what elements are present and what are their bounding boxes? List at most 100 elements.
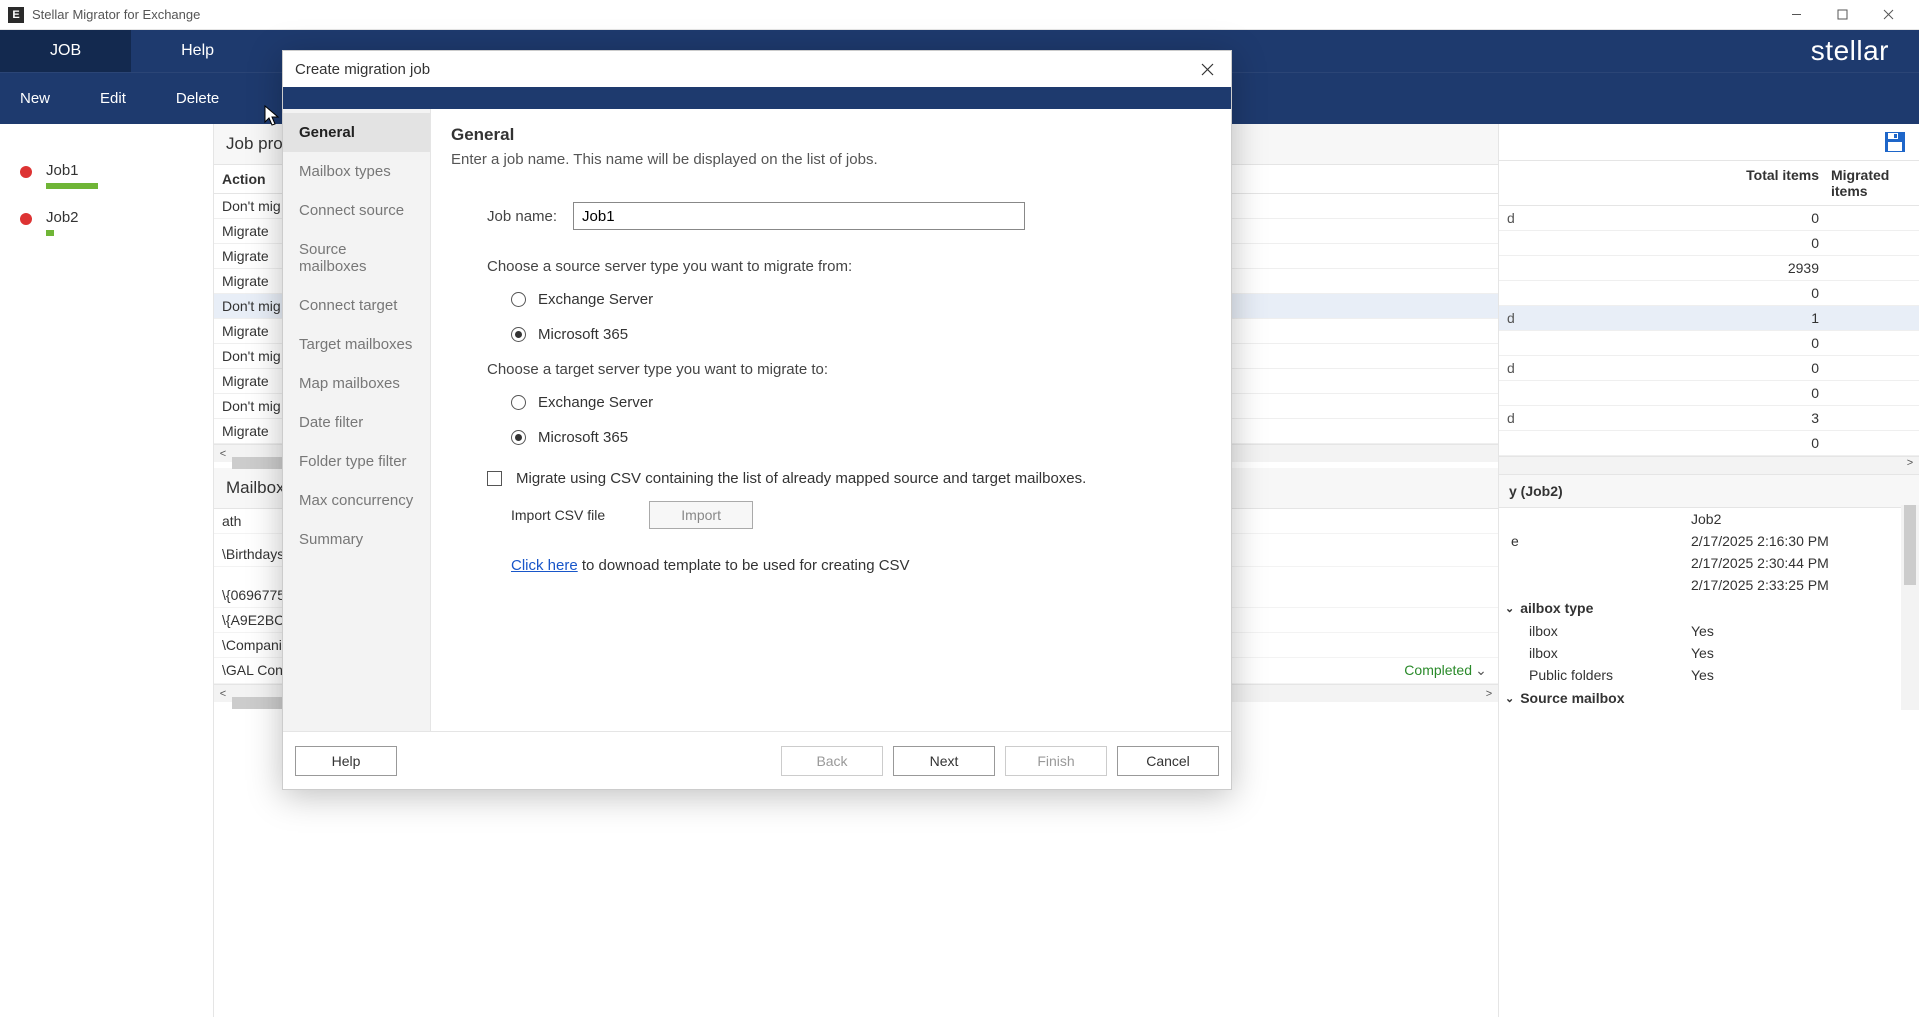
target-exchange-radio[interactable]: Exchange Server (511, 394, 1211, 411)
action-delete[interactable]: Delete (176, 90, 219, 107)
back-button[interactable]: Back (781, 746, 883, 776)
job-progress-bar (46, 230, 54, 236)
dialog-titlebar: Create migration job (283, 51, 1231, 87)
scroll-left-icon[interactable]: < (214, 688, 232, 700)
wizard-step-max-concurrency[interactable]: Max concurrency (283, 481, 430, 520)
scroll-left-icon[interactable]: < (214, 448, 232, 460)
action-new[interactable]: New (20, 90, 50, 107)
save-icon[interactable] (1883, 130, 1907, 154)
radio-icon (511, 292, 526, 307)
job-name-input[interactable] (573, 202, 1025, 230)
finish-button[interactable]: Finish (1005, 746, 1107, 776)
table-row[interactable]: d1 (1499, 306, 1919, 331)
wizard-step-map-mailboxes[interactable]: Map mailboxes (283, 364, 430, 403)
job-progress-bar (46, 183, 98, 189)
table-row[interactable]: d3 (1499, 406, 1919, 431)
maximize-button[interactable] (1819, 0, 1865, 30)
app-title: Stellar Migrator for Exchange (32, 7, 200, 22)
table-row[interactable]: 0 (1499, 281, 1919, 306)
wizard-content: General Enter a job name. This name will… (431, 109, 1231, 731)
job-list: Job1 Job2 (0, 124, 214, 1017)
job-item-1[interactable]: Job1 (0, 152, 213, 199)
tab-help[interactable]: Help (131, 30, 264, 72)
import-button[interactable]: Import (649, 501, 753, 529)
scroll-right-icon[interactable]: > (1901, 457, 1919, 474)
horizontal-scrollbar[interactable]: > (1499, 456, 1919, 474)
radio-icon (511, 430, 526, 445)
wizard-step-general[interactable]: General (283, 113, 430, 152)
table-row[interactable]: 2939 (1499, 256, 1919, 281)
summary-row: Job2 (1499, 508, 1919, 530)
click-here-link[interactable]: Click here (511, 557, 578, 574)
dialog-footer: Help Back Next Finish Cancel (283, 731, 1231, 789)
wizard-step-folder-type-filter[interactable]: Folder type filter (283, 442, 430, 481)
checkbox-label: Migrate using CSV containing the list of… (516, 470, 1086, 487)
summary-row: 2/17/2025 2:30:44 PM (1499, 552, 1919, 574)
summary-panel: y (Job2) Job2 e2/17/2025 2:16:30 PM 2/17… (1499, 474, 1919, 710)
wizard-step-target-mailboxes[interactable]: Target mailboxes (283, 325, 430, 364)
table-row[interactable]: 0 (1499, 331, 1919, 356)
source-exchange-radio[interactable]: Exchange Server (511, 291, 1211, 308)
right-rows: d0 0 2939 0 d1 0 d0 0 d3 0 (1499, 206, 1919, 456)
target-m365-radio[interactable]: Microsoft 365 (511, 429, 1211, 446)
wizard-step-connect-target[interactable]: Connect target (283, 286, 430, 325)
minimize-button[interactable] (1773, 0, 1819, 30)
dialog-stripe (283, 87, 1231, 109)
action-edit[interactable]: Edit (100, 90, 126, 107)
radio-icon (511, 327, 526, 342)
mailbox-status: Completed (1352, 662, 1472, 679)
wizard-step-source-mailboxes[interactable]: Source mailboxes (283, 230, 430, 286)
chevron-down-icon[interactable]: ⌄ (1472, 662, 1490, 679)
next-button[interactable]: Next (893, 746, 995, 776)
summary-row: 2/17/2025 2:33:25 PM (1499, 574, 1919, 596)
summary-group-header[interactable]: ⌄Source mailbox (1499, 686, 1919, 710)
cancel-button[interactable]: Cancel (1117, 746, 1219, 776)
radio-label: Exchange Server (538, 394, 653, 411)
table-row[interactable]: 0 (1499, 381, 1919, 406)
summary-row: e2/17/2025 2:16:30 PM (1499, 530, 1919, 552)
summary-row: Public foldersYes (1499, 664, 1919, 686)
wizard-step-mailbox-types[interactable]: Mailbox types (283, 152, 430, 191)
import-csv-label: Import CSV file (511, 507, 605, 523)
wizard-step-connect-source[interactable]: Connect source (283, 191, 430, 230)
summary-title: y (Job2) (1499, 475, 1919, 508)
dialog-title: Create migration job (295, 61, 430, 78)
source-server-label: Choose a source server type you want to … (487, 258, 1211, 275)
summary-group-header[interactable]: ⌄ailbox type (1499, 596, 1919, 620)
wizard-step-date-filter[interactable]: Date filter (283, 403, 430, 442)
close-button[interactable] (1865, 0, 1911, 30)
radio-icon (511, 395, 526, 410)
vertical-scrollbar[interactable] (1901, 505, 1919, 710)
tab-job[interactable]: JOB (0, 30, 131, 72)
window-controls (1773, 0, 1911, 30)
table-row[interactable]: d0 (1499, 356, 1919, 381)
help-button[interactable]: Help (295, 746, 397, 776)
wizard-step-summary[interactable]: Summary (283, 520, 430, 559)
app-icon: E (8, 7, 24, 23)
wizard-nav: General Mailbox types Connect source Sou… (283, 109, 431, 731)
radio-label: Microsoft 365 (538, 429, 628, 446)
col-total-items: Total items (1507, 167, 1831, 199)
summary-row: ilboxYes (1499, 620, 1919, 642)
target-server-label: Choose a target server type you want to … (487, 361, 1211, 378)
right-table-header: Total items Migrated items (1499, 161, 1919, 206)
checkbox-icon (487, 471, 502, 486)
table-row[interactable]: 0 (1499, 431, 1919, 456)
job-item-2[interactable]: Job2 (0, 199, 213, 246)
wizard-description: Enter a job name. This name will be disp… (451, 151, 1211, 168)
job-name: Job1 (46, 162, 98, 179)
table-row[interactable]: 0 (1499, 231, 1919, 256)
scroll-thumb[interactable] (1904, 505, 1916, 585)
brand-logo: stellar (1811, 30, 1919, 72)
migrate-using-csv-checkbox[interactable]: Migrate using CSV containing the list of… (487, 470, 1211, 487)
status-dot-icon (20, 213, 32, 225)
titlebar: E Stellar Migrator for Exchange (0, 0, 1919, 30)
chevron-down-icon: ⌄ (1505, 602, 1514, 615)
scroll-right-icon[interactable]: > (1480, 688, 1498, 700)
radio-label: Exchange Server (538, 291, 653, 308)
table-row[interactable]: d0 (1499, 206, 1919, 231)
right-header (1499, 124, 1919, 161)
download-template-text: Click here to downoad template to be use… (511, 557, 1211, 574)
dialog-close-button[interactable] (1195, 57, 1219, 81)
source-m365-radio[interactable]: Microsoft 365 (511, 326, 1211, 343)
